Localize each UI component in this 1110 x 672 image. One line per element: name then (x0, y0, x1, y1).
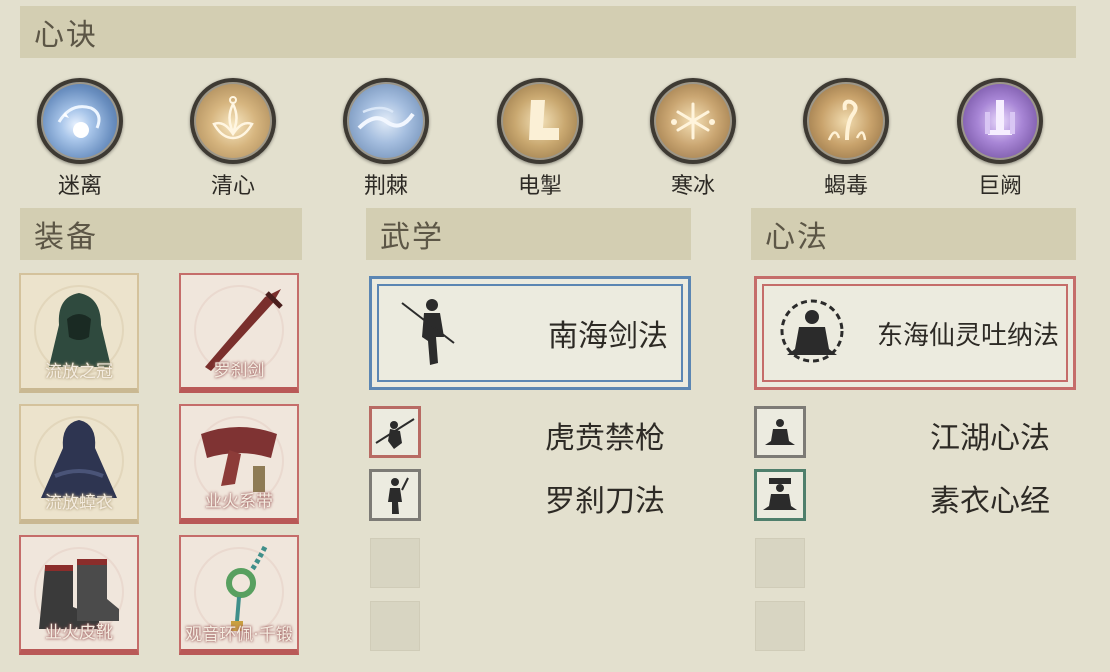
equip-label: 业火皮靴 (45, 623, 113, 643)
equip-slot-daidai[interactable]: 业火系带 (179, 404, 299, 524)
xinfa-main-slot[interactable]: 东海仙灵吐纳法 (754, 276, 1076, 390)
equip-slot-pei[interactable]: 观音环佩·千锻 (179, 535, 299, 655)
wuxue-name-1: 虎贲禁枪 (545, 421, 665, 456)
scorpion-icon (803, 78, 889, 164)
equip-slot-xue[interactable]: 业火皮靴 (19, 535, 139, 655)
blade-fighter-icon (388, 477, 409, 514)
section-header-wuxue: 武学 (366, 208, 691, 260)
equip-label: 罗刹剑 (213, 361, 265, 381)
section-header-xinjue: 心诀 (20, 6, 1076, 58)
section-header-zhuangbei: 装备 (20, 208, 302, 260)
lotus-icon (190, 78, 276, 164)
wuxue-empty-slot-3[interactable] (370, 538, 420, 588)
equip-label: 流放蟑衣 (45, 493, 113, 513)
xinfa-empty-slot-4[interactable] (755, 601, 805, 651)
equip-slot-jian[interactable]: 罗刹剑 (179, 273, 299, 393)
equip-slot-yi[interactable]: 流放蟑衣 (19, 404, 139, 524)
section-header-xinfa: 心法 (751, 208, 1076, 260)
wuxue-name-2: 罗刹刀法 (545, 484, 665, 519)
equip-label: 观音环佩·千锻 (185, 625, 293, 645)
skill-label: 荆棘 (363, 174, 408, 199)
wuxue-main-name: 南海剑法 (548, 319, 668, 354)
skill-label: 寒冰 (670, 174, 715, 199)
xinfa-slot-2[interactable] (754, 469, 806, 521)
xinfa-slot-1[interactable] (754, 406, 806, 458)
swirl-orb-icon (37, 78, 123, 164)
equip-label: 流放之冠 (45, 362, 113, 382)
skill-dianche[interactable]: 电掣 (485, 78, 595, 200)
lightning-boot-icon (497, 78, 583, 164)
skill-xiedu[interactable]: 蝎毒 (791, 78, 901, 200)
skill-qingxin[interactable]: 清心 (178, 78, 288, 200)
wuxue-slot-1[interactable] (369, 406, 421, 458)
purple-sword-icon (957, 78, 1043, 164)
skill-label: 迷离 (57, 174, 102, 199)
skill-hanbing[interactable]: 寒冰 (638, 78, 748, 200)
skill-label: 巨阙 (977, 174, 1022, 199)
seated-scholar-icon (763, 478, 797, 510)
xinfa-empty-slot-3[interactable] (755, 538, 805, 588)
skill-label: 电掣 (517, 174, 562, 199)
meditation-icon (765, 419, 795, 445)
equip-label: 业火系带 (205, 492, 273, 512)
xinfa-main-name: 东海仙灵吐纳法 (876, 320, 1059, 351)
wuxue-empty-slot-4[interactable] (370, 601, 420, 651)
skill-mili[interactable]: 迷离 (25, 78, 135, 200)
thorn-vine-icon (343, 78, 429, 164)
wuxue-main-slot[interactable]: 南海剑法 (369, 276, 691, 390)
swordsman-icon (401, 299, 455, 365)
equip-slot-guan[interactable]: 流放之冠 (19, 273, 139, 393)
skill-jingji[interactable]: 荆棘 (331, 78, 441, 200)
skill-label: 清心 (210, 174, 255, 199)
wuxue-slot-2[interactable] (369, 469, 421, 521)
skill-label: 蝎毒 (823, 174, 868, 199)
xinfa-name-2: 素衣心经 (930, 484, 1050, 519)
spear-fighter-icon (375, 418, 415, 449)
xinfa-name-1: 江湖心法 (930, 421, 1050, 456)
skill-juque[interactable]: 巨阙 (945, 78, 1055, 200)
meditating-monk-icon (780, 299, 844, 363)
snowflake-icon (650, 78, 736, 164)
